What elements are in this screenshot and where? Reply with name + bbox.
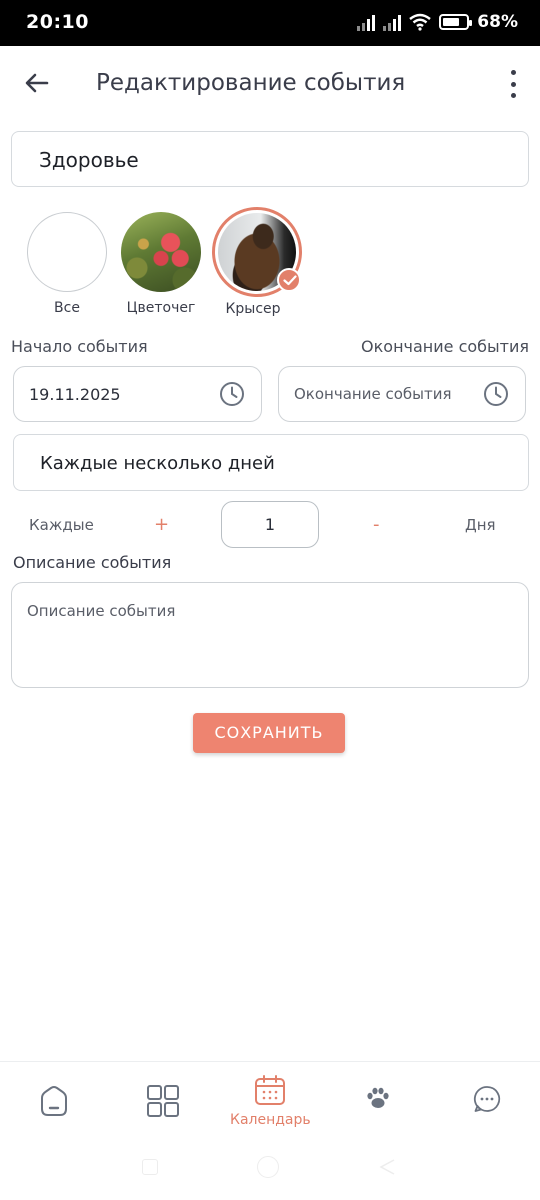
interval-value: 1	[264, 515, 276, 534]
category-value: Здоровье	[39, 148, 139, 172]
pet-label: Цветочег	[126, 300, 196, 316]
home-icon	[41, 1086, 67, 1116]
nav-home[interactable]	[14, 1074, 94, 1134]
back-arrow-icon[interactable]	[22, 68, 52, 98]
description-placeholder: Описание события	[27, 602, 176, 620]
repeat-mode-value: Каждые несколько дней	[40, 453, 275, 474]
more-menu-icon[interactable]	[508, 70, 518, 98]
page-title: Редактирование события	[96, 70, 406, 96]
system-navigation-bar	[0, 1143, 540, 1200]
interval-stepper: Каждые + 1 - Дня	[0, 500, 540, 550]
description-label: Описание события	[13, 553, 172, 572]
pet-avatar-selected	[212, 207, 302, 297]
pet-option-all[interactable]: Все	[26, 212, 108, 316]
nav-calendar-label: Календарь	[230, 1112, 311, 1128]
every-label: Каждые	[29, 516, 94, 534]
description-textarea[interactable]: Описание события	[11, 582, 529, 688]
interval-input[interactable]: 1	[221, 501, 319, 548]
pet-avatar	[27, 212, 107, 292]
status-icons: 68%	[357, 12, 518, 32]
paw-icon	[367, 1087, 389, 1108]
back-nav-icon[interactable]	[378, 1157, 398, 1177]
grid-icon	[147, 1085, 179, 1117]
nav-chat[interactable]	[448, 1074, 528, 1134]
repeat-mode-select[interactable]: Каждые несколько дней	[13, 434, 529, 491]
check-icon	[277, 268, 301, 292]
pet-label: Крысер	[225, 301, 281, 317]
start-date-label: Начало события	[11, 337, 148, 356]
start-date-input[interactable]: 19.11.2025	[13, 366, 262, 422]
unit-label: Дня	[465, 516, 496, 534]
pet-option-cvetocheg[interactable]: Цветочег	[120, 212, 202, 316]
wifi-icon	[409, 13, 432, 31]
nav-dashboard[interactable]	[122, 1074, 202, 1134]
decrement-button[interactable]: -	[373, 514, 380, 535]
status-bar: 20:10 68%	[0, 0, 540, 46]
end-date-label: Окончание события	[361, 337, 529, 356]
signal-icon	[383, 13, 402, 31]
app-header: Редактирование события	[0, 46, 540, 122]
pet-label: Все	[54, 300, 80, 316]
pet-avatar	[121, 212, 201, 292]
recent-apps-icon[interactable]	[142, 1159, 158, 1175]
clock-icon[interactable]	[219, 381, 245, 407]
save-button[interactable]: СОХРАНИТЬ	[193, 713, 345, 753]
end-date-input[interactable]: Окончание события	[278, 366, 526, 422]
bottom-navigation: Календарь	[0, 1061, 540, 1143]
battery-percent: 68%	[477, 12, 518, 32]
status-time: 20:10	[26, 11, 89, 33]
battery-icon	[439, 14, 473, 30]
signal-icon	[357, 13, 376, 31]
end-date-placeholder: Окончание события	[294, 385, 452, 403]
chat-icon	[473, 1086, 501, 1112]
pet-option-kryser[interactable]: Крысер	[212, 207, 302, 317]
home-button-icon[interactable]	[257, 1156, 279, 1178]
nav-calendar[interactable]: Календарь	[230, 1074, 311, 1134]
nav-pets[interactable]	[340, 1074, 420, 1134]
clock-icon[interactable]	[483, 381, 509, 407]
start-date-value: 19.11.2025	[29, 385, 121, 404]
increment-button[interactable]: +	[154, 514, 169, 535]
calendar-icon	[255, 1075, 285, 1105]
category-select[interactable]: Здоровье	[11, 131, 529, 187]
